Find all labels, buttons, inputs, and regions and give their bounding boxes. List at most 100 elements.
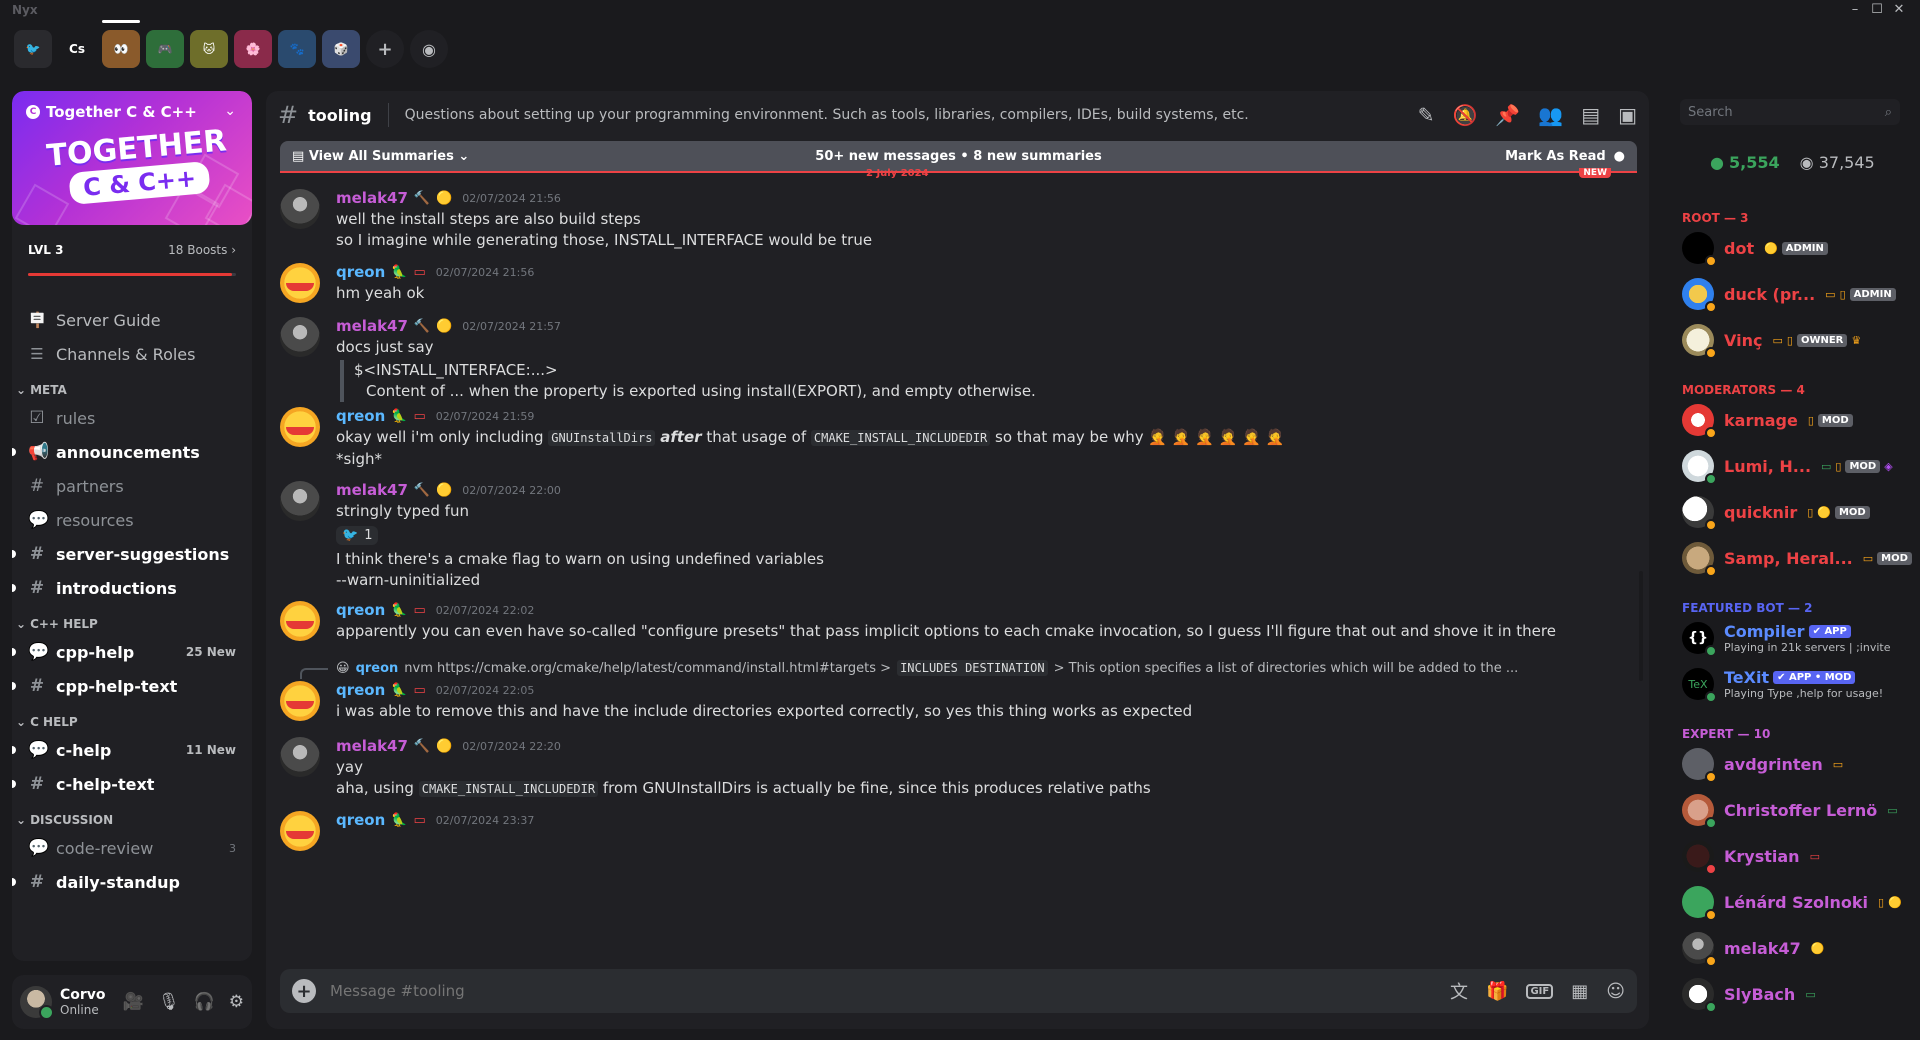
message-author[interactable]: qreon [336,601,385,619]
member-lenard[interactable]: Lénárd Szolnoki ▯ 🟡 [1682,879,1908,925]
avatar[interactable] [280,737,320,777]
server-name[interactable]: C Together C & C++ [26,103,197,121]
avatar[interactable] [280,811,320,851]
server-icon-cs[interactable]: Cs [58,30,96,68]
monitor-icon: ▭ [1887,803,1898,817]
category-discussion[interactable]: ⌄ DISCUSSION [12,801,252,831]
inbox-icon[interactable]: ▣ [1618,103,1637,127]
nav-server-guide[interactable]: 🪧 Server Guide [12,303,252,337]
channel-server-suggestions[interactable]: # server-suggestions [12,537,252,571]
message-author[interactable]: qreon [336,407,385,425]
microphone-icon[interactable]: 🎙 [158,992,180,1012]
category-cpp-help[interactable]: ⌄ C++ HELP [12,605,252,635]
channel-sidebar: C Together C & C++ ⌄ TOGETHER C & C++ LV… [12,91,252,961]
reply-preview[interactable]: 😀 qreon nvm https://cmake.org/cmake/help… [280,657,1620,679]
monitor-icon: ▭ [1832,757,1844,771]
avatar[interactable] [20,986,54,1020]
chevron-down-icon[interactable]: ⌄ [224,103,236,119]
channel-c-help-text[interactable]: # c-help-text [12,767,252,801]
server-icon[interactable]: 🎮 [146,30,184,68]
channel-introductions[interactable]: # introductions [12,571,252,605]
member-vinc[interactable]: Vinç ▭ ▯ OWNER ♛ [1682,317,1908,363]
member-christoffer[interactable]: Christoffer Lernö ▭ [1682,787,1908,833]
message-input[interactable] [330,982,1230,1000]
reaction[interactable]: 🐦 1 [336,526,379,545]
channel-code-review[interactable]: 💬 code-review 3 [12,831,252,865]
sticker-icon[interactable]: ▦ [1571,981,1588,1002]
channel-resources[interactable]: 💬 resources [12,503,252,537]
headphones-icon[interactable]: 🎧 [194,992,215,1012]
member-avdgrinten[interactable]: avdgrinten ▭ [1682,741,1908,787]
member-slybach[interactable]: SlyBach ▭ [1682,971,1908,1017]
server-icon-active[interactable]: 👀 [102,20,140,68]
member-texit-bot[interactable]: TeX TeXit ✔ APP • MOD Playing Type ,help … [1682,661,1908,707]
server-icon[interactable]: 🐱 [190,30,228,68]
channel-cpp-help[interactable]: 💬 cpp-help 25 New [12,635,252,669]
summaries-icon[interactable]: ▤ [1581,103,1600,127]
category-c-help[interactable]: ⌄ C HELP [12,703,252,733]
add-server-icon[interactable]: + [366,30,404,68]
server-banner[interactable]: C Together C & C++ ⌄ TOGETHER C & C++ [12,91,252,225]
message-timestamp: 02/07/2024 22:20 [462,739,561,753]
minimize-button[interactable]: – [1846,2,1864,17]
message-author[interactable]: melak47 [336,737,408,755]
member-samp[interactable]: Samp, Heral... ▭ MOD [1682,535,1912,581]
member-dot[interactable]: dot 🟡 ADMIN [1682,225,1908,271]
server-icon[interactable]: 🌸 [234,30,272,68]
message-author[interactable]: melak47 [336,189,408,207]
channel-partners[interactable]: # partners [12,469,252,503]
avatar[interactable] [280,681,320,721]
server-icon-home[interactable]: 🐦 [14,30,52,68]
emoji-icon[interactable]: ☺ [1606,981,1625,1002]
avatar[interactable] [280,263,320,303]
member-duck[interactable]: duck (pr... ▭ ▯ ADMIN [1682,271,1908,317]
avatar[interactable] [280,317,320,357]
message-author[interactable]: qreon [336,681,385,699]
gif-icon[interactable]: GIF [1526,983,1554,999]
member-karnage[interactable]: karnage ▯ MOD [1682,397,1908,443]
translate-icon[interactable]: 文 [1450,978,1468,1004]
gift-icon[interactable]: 🎁 [1486,981,1508,1002]
channel-c-help[interactable]: 💬 c-help 11 New [12,733,252,767]
threads-icon[interactable]: ✎ [1418,103,1435,127]
channel-topic[interactable]: Questions about setting up your programm… [405,107,1249,123]
message-author[interactable]: qreon [336,811,385,829]
mark-as-read-button[interactable]: Mark As Read ● [1505,149,1625,164]
message-author[interactable]: qreon [336,263,385,281]
channel-rules[interactable]: ☑ rules [12,401,252,435]
attach-plus-icon[interactable]: + [292,979,316,1003]
scrollbar[interactable] [1639,571,1643,681]
maximize-button[interactable]: ☐ [1868,2,1886,17]
globe-icon: 🟡 [436,318,453,334]
member-lumi[interactable]: Lumi, H... ▭ ▯ MOD ◈ [1682,443,1908,489]
discover-icon[interactable]: ◉ [410,30,448,68]
members-icon[interactable]: 👥 [1538,103,1563,127]
camera-off-icon[interactable]: 🎥 [123,992,144,1012]
avatar[interactable] [280,601,320,641]
member-quicknir[interactable]: quicknir ▯ 🟡 MOD [1682,489,1908,535]
search-input[interactable]: Search ⌕ [1680,99,1900,125]
avatar[interactable] [280,481,320,521]
nav-channels-roles[interactable]: ☰ Channels & Roles [12,337,252,371]
channel-announcements[interactable]: 📢 announcements [12,435,252,469]
boost-level[interactable]: LVL 3 18 Boosts › [28,243,236,257]
message: melak47 🔨 🟡 02/07/2024 21:57 docs just say … [280,315,1620,405]
user-info[interactable]: Corvo Online [60,987,106,1017]
member-krystian[interactable]: Krystian ▭ [1682,833,1908,879]
view-all-summaries-button[interactable]: ▤ View All Summaries ⌄ [292,149,469,164]
member-compiler-bot[interactable]: {} Compiler ✔ APP Playing in 21k servers … [1682,615,1908,661]
member-melak47[interactable]: melak47 🟡 [1682,925,1908,971]
message-author[interactable]: melak47 [336,317,408,335]
server-icon[interactable]: 🎲 [322,30,360,68]
channel-daily-standup[interactable]: # daily-standup [12,865,252,899]
notifications-off-icon[interactable]: 🔕 [1452,103,1477,127]
message-author[interactable]: melak47 [336,481,408,499]
avatar[interactable] [280,407,320,447]
avatar[interactable] [280,189,320,229]
pin-icon[interactable]: 📌 [1495,103,1520,127]
close-button[interactable]: ✕ [1890,2,1908,17]
category-meta[interactable]: ⌄ META [12,371,252,401]
gear-icon[interactable]: ⚙ [229,992,244,1012]
channel-cpp-help-text[interactable]: # cpp-help-text [12,669,252,703]
server-icon[interactable]: 🐾 [278,30,316,68]
